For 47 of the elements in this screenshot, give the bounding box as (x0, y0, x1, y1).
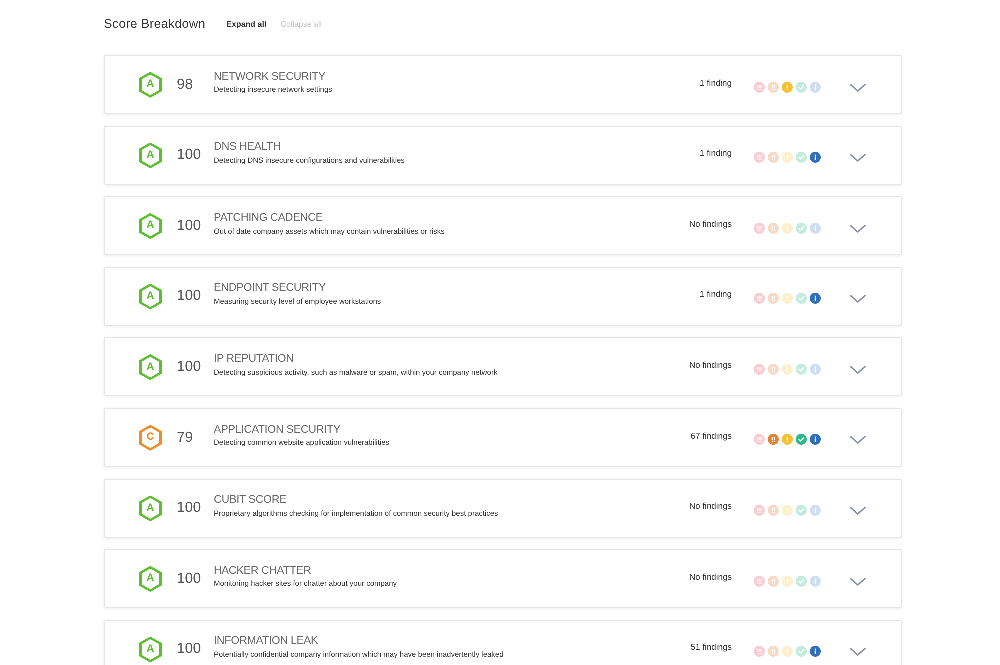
category-title: ENDPOINT SECURITY (214, 282, 327, 296)
grade-badge: A (139, 636, 162, 663)
findings-count: 1 finding (700, 76, 732, 90)
findings-count: No findings (689, 218, 732, 231)
grade-badge: A (139, 496, 162, 522)
findings-count: 1 finding (700, 147, 732, 160)
findings-count: 67 findings (690, 430, 732, 442)
chevron-down-icon[interactable] (850, 224, 866, 233)
score-value: 100 (177, 640, 202, 660)
category-title: NETWORK SECURITY (214, 70, 327, 84)
chevron-down-icon[interactable] (850, 84, 866, 92)
findings-count: No findings (689, 500, 732, 513)
grade-badge: A (139, 284, 162, 310)
category-title: IP REPUTATION (214, 353, 295, 366)
findings-count: No findings (689, 359, 732, 372)
category-title: APPLICATION SECURITY (214, 424, 342, 436)
findings-count: No findings (689, 570, 732, 584)
score-value: 98 (177, 76, 194, 95)
score-value: 100 (177, 146, 202, 166)
chevron-down-icon[interactable] (850, 648, 866, 656)
score-value: 79 (177, 428, 194, 448)
score-value: 100 (177, 358, 202, 377)
category-title: HACKER CHATTER (214, 564, 312, 578)
chevron-down-icon[interactable] (850, 154, 866, 162)
chevron-down-icon[interactable] (850, 366, 866, 374)
score-value: 100 (177, 499, 202, 518)
chevron-down-icon[interactable] (850, 578, 866, 586)
score-value: 100 (177, 287, 202, 306)
category-title: CUBIT SCORE (214, 494, 288, 507)
grade-badge: A (139, 213, 162, 240)
grade-badge: A (139, 72, 162, 98)
section-title: Score Breakdown (104, 16, 206, 34)
findings-count: 51 findings (690, 641, 732, 654)
score-value: 100 (177, 570, 202, 589)
category-title: PATCHING CADENCE (214, 212, 324, 224)
chevron-down-icon[interactable] (850, 507, 866, 516)
findings-count: 1 finding (700, 288, 732, 302)
grade-badge: A (139, 354, 162, 380)
grade-badge: C (139, 424, 162, 451)
category-title: DNS HEALTH (214, 141, 282, 154)
grade-badge: A (139, 142, 162, 169)
chevron-down-icon[interactable] (850, 436, 866, 444)
category-title: INFORMATION LEAK (214, 635, 320, 648)
chevron-down-icon[interactable] (850, 295, 866, 304)
grade-badge: A (139, 566, 162, 592)
score-value: 100 (177, 216, 202, 236)
expand-link[interactable]: Expand all (226, 20, 267, 28)
